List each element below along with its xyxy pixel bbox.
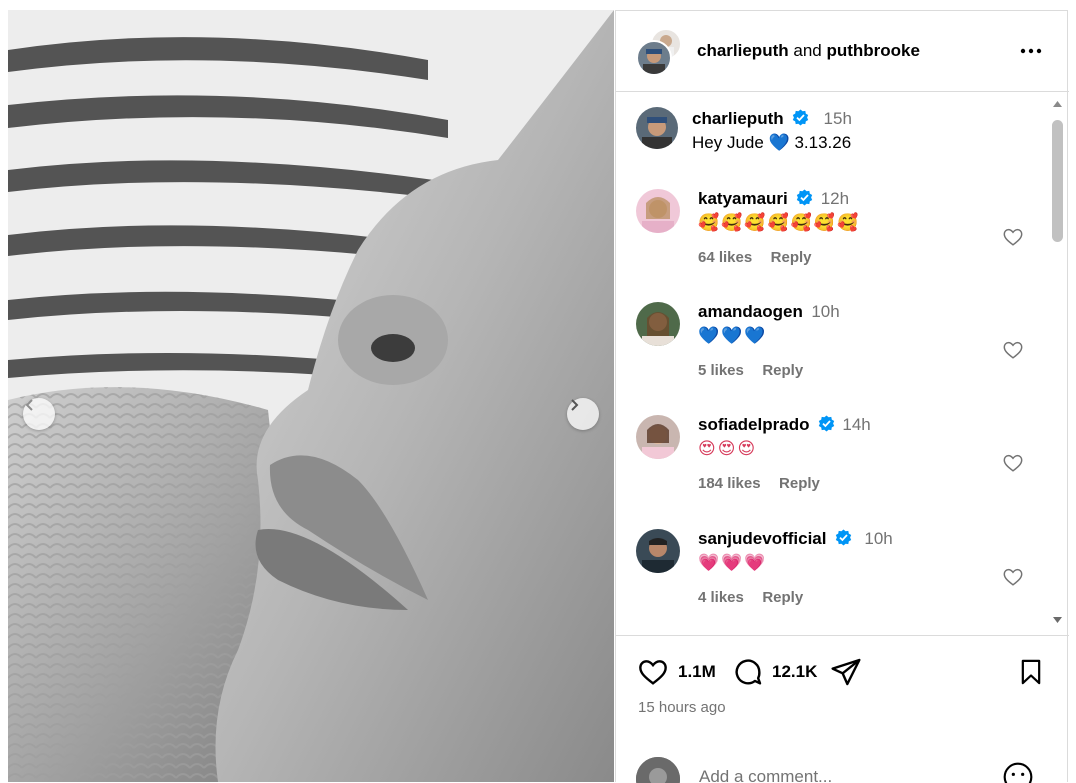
like-comment-heart-icon[interactable] [1002,566,1024,588]
comment-meta: katyamauri 12h [698,189,849,209]
comment-text: 😍😍😍 [698,439,758,459]
like-count[interactable]: 1.1M [678,662,716,682]
more-options-button[interactable] [1018,39,1044,63]
comment-likes[interactable]: 64 likes [698,249,752,266]
comment-text: 🥰🥰🥰🥰🥰🥰🥰 [698,213,861,233]
carousel-next-button[interactable] [567,398,599,430]
comment-text: 💗💗💗 [698,553,768,573]
caption-text: Hey Jude 💙 3.13.26 [692,133,851,153]
carousel-prev-button[interactable] [23,398,55,430]
comment-likes[interactable]: 184 likes [698,475,761,492]
reply-button[interactable]: Reply [771,249,812,266]
comment-time[interactable]: 14h [842,415,870,434]
username-link[interactable]: puthbrooke [826,41,920,60]
verified-badge-icon [797,189,813,206]
comment-likes[interactable]: 5 likes [698,362,744,379]
comments-list[interactable]: charlieputh 15h Hey Jude 💙 3.13.26 katya… [616,92,1049,635]
post-timestamp[interactable]: 15 hours ago [638,699,726,716]
caption-emoji: 💙 [768,133,790,153]
add-comment-input[interactable]: Add a comment... [699,767,832,783]
comment-actions: 184 likes Reply [698,475,820,493]
caption-username[interactable]: charlieputh [692,109,784,128]
caption-text-main: Hey Jude [692,133,764,152]
post-photo[interactable] [8,10,614,782]
comment-time[interactable]: 10h [864,529,892,548]
avatar [636,40,672,76]
post-header: charlieputh and puthbrooke [616,11,1069,92]
reply-button[interactable]: Reply [762,589,803,606]
comment-meta: sofiadelprado 14h [698,415,871,435]
like-comment-heart-icon[interactable] [1002,339,1024,361]
comment-username[interactable]: sofiadelprado [698,415,809,434]
avatar[interactable] [636,107,678,149]
comment-meta: sanjudevofficial 10h [698,529,893,549]
caption-meta: charlieputh 15h [692,109,852,129]
avatar[interactable] [636,302,680,346]
baby-photo-image [8,10,614,782]
post-header-users: charlieputh and puthbrooke [697,41,920,61]
reply-button[interactable]: Reply [779,475,820,492]
comment-meta: amandaogen 10h [698,302,840,322]
post-details-panel: charlieputh and puthbrooke charlieputh 1… [615,10,1069,783]
comment-item: amandaogen 10h 💙💙💙 5 likes Reply [636,300,1049,400]
verified-badge-icon [792,109,809,126]
collab-joiner: and [793,41,822,60]
verified-badge-icon [835,529,852,546]
comment-item: sanjudevofficial 10h 💗💗💗 4 likes Reply [636,527,1049,627]
save-bookmark-icon[interactable] [1017,656,1045,688]
reply-button[interactable]: Reply [762,362,803,379]
divider [616,635,1069,636]
like-comment-heart-icon[interactable] [1002,226,1024,248]
like-heart-icon[interactable] [636,656,670,688]
comment-item: sofiadelprado 14h 😍😍😍 184 likes Reply [636,413,1049,513]
comment-actions: 64 likes Reply [698,249,812,267]
like-comment-heart-icon[interactable] [1002,452,1024,474]
verified-badge-icon [818,415,835,432]
share-send-icon[interactable] [830,656,862,688]
username-link[interactable]: charlieputh [697,41,789,60]
avatar[interactable] [636,757,680,783]
chevron-left-icon [25,399,33,411]
comment-count[interactable]: 12.1K [772,662,817,682]
avatar[interactable] [636,189,680,233]
comment-bubble-icon[interactable] [732,656,764,688]
comment-actions: 4 likes Reply [698,589,803,607]
comment-time[interactable]: 12h [821,189,849,208]
post-actions: 1.1M 12.1K [636,654,1056,690]
comment-username[interactable]: katyamauri [698,189,788,208]
post-caption: charlieputh 15h Hey Jude 💙 3.13.26 [636,107,1036,167]
collab-avatars[interactable] [636,28,682,76]
comment-username[interactable]: sanjudevofficial [698,529,826,548]
comment-time[interactable]: 10h [811,302,839,321]
caption-time[interactable]: 15h [824,109,852,128]
caption-date: 3.13.26 [794,133,852,152]
avatar[interactable] [636,415,680,459]
scrollbar-thumb[interactable] [1052,120,1063,242]
add-comment-row: Add a comment... [616,749,1069,783]
emoji-picker-icon[interactable] [1002,761,1034,783]
scroll-down-arrow-icon[interactable] [1052,616,1063,624]
comment-item: katyamauri 12h 🥰🥰🥰🥰🥰🥰🥰 64 likes Reply [636,187,1049,287]
scroll-up-arrow-icon[interactable] [1052,100,1063,108]
avatar[interactable] [636,529,680,573]
comments-scrollbar[interactable] [1049,92,1066,636]
more-horizontal-icon [1020,48,1042,54]
chevron-right-icon [571,399,579,411]
comment-username[interactable]: amandaogen [698,302,803,321]
comment-text: 💙💙💙 [698,326,768,346]
comment-likes[interactable]: 4 likes [698,589,744,606]
comment-actions: 5 likes Reply [698,362,803,380]
